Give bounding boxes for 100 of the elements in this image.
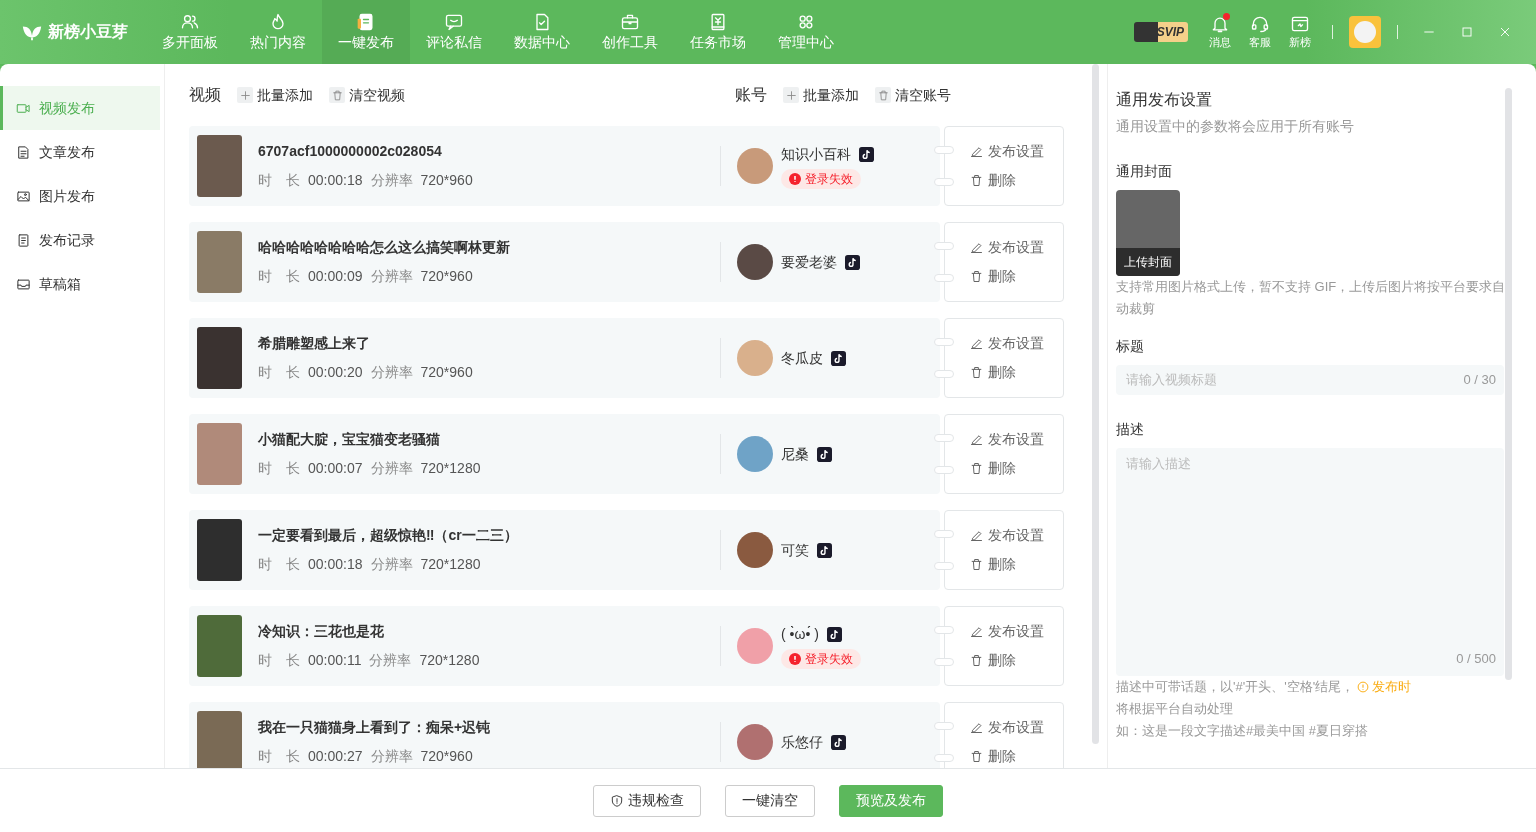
account-name: 乐悠仔 [781,732,823,752]
resolution-label: 分辨率 [369,651,412,670]
delete-button[interactable]: 删除 [969,746,1016,767]
duration-label: 时 长 [258,651,300,670]
footer-button[interactable]: 违规检查 [593,784,701,817]
platform-icon [831,350,846,366]
avatar [737,436,773,472]
user-avatar[interactable] [1349,16,1381,48]
publish-settings-button[interactable]: 发布设置 [969,141,1044,162]
scrollbar[interactable] [1505,88,1512,680]
duration-label: 时 长 [258,555,300,574]
status-badge: 登录失效 [781,648,861,669]
delete-button[interactable]: 删除 [969,650,1016,671]
upload-cover-button[interactable]: 上传封面 [1116,248,1180,276]
publish-settings-button[interactable]: 发布设置 [969,525,1044,546]
platform-icon [817,446,832,462]
video-title: 哈哈哈哈哈哈哈哈怎么这么搞笑啊林更新 [258,238,511,257]
publish-settings-button[interactable]: 发布设置 [969,717,1044,738]
video-title: 冷知识：三花也是花 [258,622,385,641]
list-icon [16,232,31,248]
resolution-label: 分辨率 [370,459,413,478]
publish-settings-button[interactable]: 发布设置 [969,621,1044,642]
sidebar-item[interactable]: 草稿箱 [0,262,160,306]
trash-icon [969,749,984,764]
section-title: 账号 [735,85,767,105]
trash-icon [330,88,344,102]
video-title: 6707acf1000000002c028054 [258,142,443,161]
video-title: 希腊雕塑感上来了 [258,334,371,353]
tray-icon [16,276,31,292]
avatar [737,628,773,664]
resolution-label: 分辨率 [370,555,413,574]
header-action[interactable]: 清空视频 [329,84,405,106]
video-thumbnail [197,423,242,485]
duration-value: 00:00:09 [308,267,363,286]
resolution-value: 720*1280 [420,555,481,574]
publish-settings-button[interactable]: 发布设置 [969,237,1044,258]
image-icon [16,188,31,204]
duration-value: 00:00:27 [308,747,363,766]
document-icon [356,11,376,32]
duration-value: 00:00:18 [308,555,363,574]
duration-label: 时 长 [258,747,300,766]
pencil-icon [969,720,984,735]
panel-subtitle: 通用设置中的参数将会应用于所有账号 [1116,117,1355,136]
platform-icon [831,734,846,750]
trash-icon [969,365,984,380]
scrollbar[interactable] [1092,64,1099,744]
video-thumbnail [197,327,242,389]
delete-button[interactable]: 删除 [969,170,1016,191]
header-action[interactable]: 清空账号 [875,84,951,106]
cover-hint: 支持常用图片格式上传，暂不支持 GIF，上传后图片将按平台要求自动裁剪 [1116,278,1507,318]
pencil-icon [969,336,984,351]
pencil-icon [969,528,984,543]
duration-label: 时 长 [258,171,300,190]
trash-icon [969,269,984,284]
trash-icon [969,173,984,188]
platform-icon [817,542,832,558]
vip-badge[interactable]: SVIP [1134,22,1188,42]
account-name: 知识小百科 [781,144,851,164]
publish-settings-button[interactable]: 发布设置 [969,429,1044,450]
footer-button[interactable]: 一键清空 [725,784,815,817]
trash-icon [969,557,984,572]
avatar [737,532,773,568]
sidebar-item[interactable]: 发布记录 [0,218,160,262]
platform-icon [826,626,842,642]
resolution-label: 分辨率 [370,363,413,382]
video-thumbnail [197,615,242,677]
pencil-icon [969,240,984,255]
resolution-label: 分辨率 [370,171,413,190]
plus-icon [238,88,252,102]
alert-icon [789,652,801,665]
delete-button[interactable]: 删除 [969,362,1016,383]
publish-settings-button[interactable]: 发布设置 [969,333,1044,354]
status-badge: 登录失效 [781,168,861,189]
account-name: ( •̀ω•́ ) [781,624,819,644]
platform-icon [845,254,860,270]
delete-button[interactable]: 删除 [969,266,1016,287]
description-hint: 描述中可带话题，以'#'开头、'空格'结尾， [1116,678,1355,696]
duration-value: 00:00:18 [308,171,363,190]
section-title: 视频 [189,85,221,105]
sidebar-item[interactable]: 图片发布 [0,174,160,218]
resolution-value: 720*960 [420,171,473,190]
resolution-label: 分辨率 [370,267,413,286]
header-action[interactable]: 批量添加 [783,84,859,106]
sidebar-item[interactable]: 文章发布 [0,130,160,174]
resolution-value: 720*960 [420,267,473,286]
trash-icon [969,653,984,668]
delete-button[interactable]: 删除 [969,554,1016,575]
duration-label: 时 长 [258,267,300,286]
delete-button[interactable]: 删除 [969,458,1016,479]
pencil-icon [969,432,984,447]
avatar [737,148,773,184]
maximize-icon[interactable] [1459,24,1475,40]
header-action[interactable]: 批量添加 [237,84,313,106]
resolution-label: 分辨率 [370,747,413,766]
highlight-text: 发布时 [1372,678,1412,696]
video-title: 小猫配大腚，宝宝猫变老骚猫 [258,430,441,449]
alert-icon [789,172,801,185]
video-thumbnail [197,231,242,293]
video-title: 一定要看到最后，超级惊艳‼（cr一二三） [258,526,519,545]
avatar [737,244,773,280]
